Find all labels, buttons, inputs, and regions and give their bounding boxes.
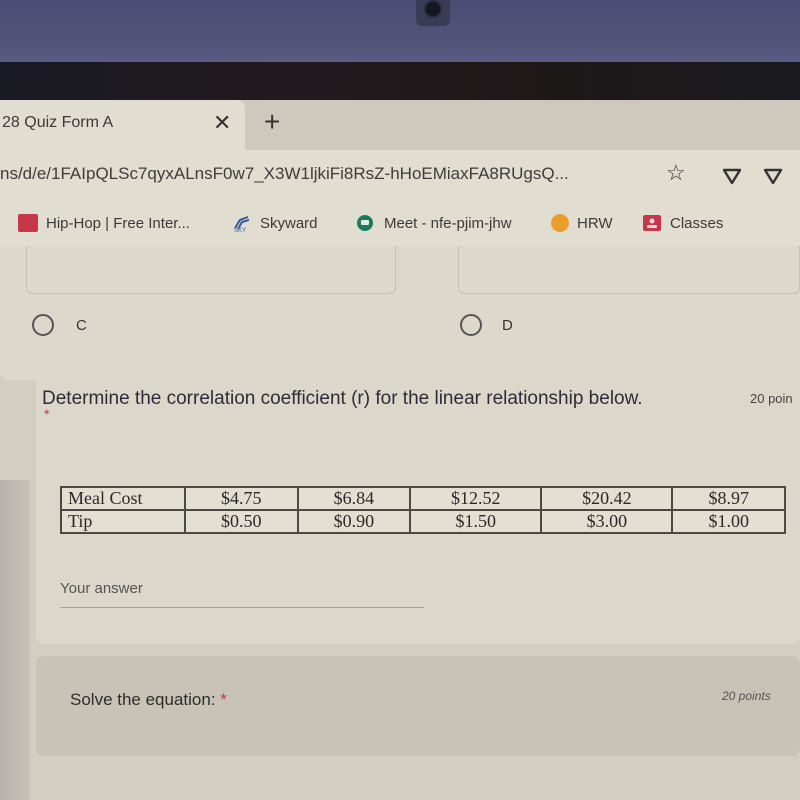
table-cell: $1.50	[409, 509, 543, 534]
tab-quiz-form[interactable]: 28 Quiz Form A ✕	[0, 100, 245, 150]
browser-window: 28 Quiz Form A ✕ + ns/d/e/1FAIpQLSc7qyxA…	[0, 100, 800, 800]
next-question-points: 20 points	[722, 689, 771, 703]
next-question-title: Solve the equation: *	[70, 690, 227, 710]
bookmark-label: HRW	[577, 214, 613, 232]
bookmark-hrw[interactable]: HRW	[551, 214, 613, 232]
required-asterisk: *	[220, 690, 227, 709]
table-row: Tip $0.50 $0.90 $1.50 $3.00 $1.00	[60, 509, 786, 534]
required-asterisk: *	[44, 406, 50, 422]
bookmarks-bar: Hip-Hop | Free Inter... SKY Skyward Meet…	[0, 202, 800, 246]
option-label-c: C	[76, 317, 87, 334]
bookmark-meet[interactable]: Meet - nfe-pjim-jhw	[356, 214, 512, 232]
tab-title: 28 Quiz Form A	[2, 114, 114, 131]
table-cell: $4.75	[184, 486, 299, 511]
answer-input[interactable]: Your answer	[60, 580, 424, 608]
radio-option-c[interactable]	[32, 314, 54, 336]
close-icon[interactable]: ✕	[213, 110, 231, 136]
table-cell: $12.52	[409, 486, 543, 511]
table-cell: $0.50	[184, 509, 299, 534]
question-title: Determine the correlation coefficient (r…	[42, 388, 643, 409]
laptop-bezel	[0, 0, 800, 62]
bookmark-classes[interactable]: Classes	[642, 214, 723, 232]
option-image-c	[26, 246, 396, 294]
hiphop-site-icon	[18, 214, 38, 232]
table-cell: $0.90	[296, 509, 412, 534]
table-cell: $3.00	[540, 509, 674, 534]
classes-icon	[643, 215, 661, 231]
bookmark-label: Skyward	[260, 214, 318, 232]
bookmark-label: Classes	[670, 214, 724, 232]
google-meet-icon	[357, 215, 373, 231]
row-header: Tip	[60, 509, 186, 534]
radio-option-d[interactable]	[460, 314, 482, 336]
shield-extension-icon[interactable]	[722, 166, 742, 186]
tab-strip: 28 Quiz Form A ✕ +	[0, 100, 800, 150]
bookmark-skyward[interactable]: SKY Skyward	[232, 214, 318, 233]
plus-icon[interactable]: +	[264, 106, 280, 138]
option-label-d: D	[502, 317, 513, 334]
row-header: Meal Cost	[60, 486, 186, 511]
table-cell: $6.84	[296, 486, 412, 511]
address-bar: ns/d/e/1FAIpQLSc7qyxALnsF0w7_X3W1ljkiFi8…	[0, 150, 800, 202]
bookmark-label: Meet - nfe-pjim-jhw	[384, 214, 512, 232]
table-cell: $8.97	[671, 486, 786, 511]
data-table: Meal Cost $4.75 $6.84 $12.52 $20.42 $8.9…	[60, 486, 786, 534]
hrw-icon	[551, 214, 569, 232]
skyward-icon: SKY	[234, 216, 250, 232]
bookmark-label: Hip-Hop | Free Inter...	[46, 214, 190, 232]
table-row: Meal Cost $4.75 $6.84 $12.52 $20.42 $8.9…	[60, 486, 786, 511]
screen-glare	[0, 480, 30, 800]
star-icon[interactable]: ☆	[666, 160, 686, 186]
svg-text:SKY: SKY	[234, 228, 246, 232]
shield-extension-icon[interactable]	[763, 166, 783, 186]
webcam-icon	[416, 0, 450, 26]
url-input[interactable]: ns/d/e/1FAIpQLSc7qyxALnsF0w7_X3W1ljkiFi8…	[0, 164, 569, 184]
screen-edge	[0, 62, 800, 100]
option-image-d	[458, 246, 800, 294]
bookmark-hiphop[interactable]: Hip-Hop | Free Inter...	[18, 214, 190, 232]
question-points: 20 poin	[750, 391, 793, 406]
table-cell: $20.42	[540, 486, 674, 511]
table-cell: $1.00	[671, 509, 786, 534]
next-question-text: Solve the equation:	[70, 690, 216, 709]
